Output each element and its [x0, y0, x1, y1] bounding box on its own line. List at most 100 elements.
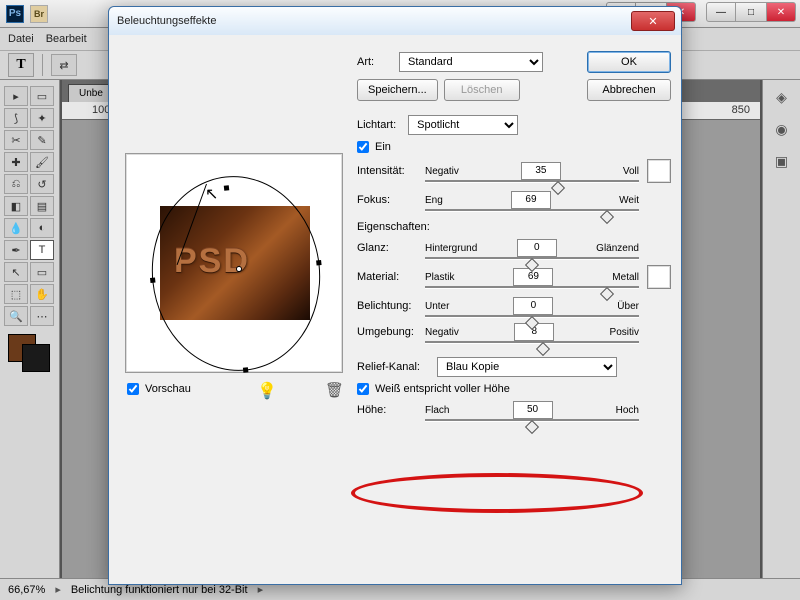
- light-handle[interactable]: [150, 277, 155, 282]
- zoom-level: 66,67%: [8, 584, 45, 596]
- styles-icon[interactable]: ▣: [771, 150, 793, 172]
- history-tool-icon[interactable]: ↺: [30, 174, 54, 194]
- height-value[interactable]: 50: [513, 401, 553, 419]
- preview-label: Vorschau: [145, 383, 191, 395]
- right-panel: ◈ ◉ ▣: [762, 80, 800, 578]
- maximize-button[interactable]: □: [736, 2, 766, 22]
- brush-tool-icon[interactable]: 🖌: [30, 152, 54, 172]
- annotation-highlight: [351, 473, 643, 513]
- delete-button: Löschen: [444, 79, 520, 101]
- lighttype-select[interactable]: Spotlicht: [408, 115, 518, 135]
- white-high-checkbox[interactable]: Weiß entspricht voller Höhe: [357, 383, 671, 395]
- shape-tool-icon[interactable]: ▭: [30, 262, 54, 282]
- on-label: Ein: [375, 141, 391, 153]
- bg-color-swatch[interactable]: [22, 344, 50, 372]
- stamp-tool-icon[interactable]: ⎌: [4, 174, 28, 194]
- close-button[interactable]: ✕: [766, 2, 796, 22]
- lighttype-label: Lichtart:: [357, 119, 396, 131]
- font-toggle[interactable]: ⇄: [51, 54, 77, 76]
- white-high-label: Weiß entspricht voller Höhe: [375, 383, 510, 395]
- sl-left: Plastik: [425, 272, 454, 283]
- exposure-label: Belichtung:: [357, 300, 417, 312]
- intensity-value[interactable]: 35: [521, 162, 561, 180]
- bridge-logo[interactable]: Br: [30, 5, 48, 23]
- path-tool-icon[interactable]: ↖: [4, 262, 28, 282]
- menu-edit[interactable]: Bearbeit: [46, 33, 87, 45]
- light-handle[interactable]: [316, 260, 321, 265]
- heal-tool-icon[interactable]: ✚: [4, 152, 28, 172]
- zoom-tool-icon[interactable]: 🔍: [4, 306, 28, 326]
- ok-button[interactable]: OK: [587, 51, 671, 73]
- sl-left: Negativ: [425, 327, 459, 338]
- ambient-color-swatch[interactable]: [647, 265, 671, 289]
- sl-right: Weit: [619, 195, 639, 206]
- extra-tool-icon[interactable]: ⋯: [30, 306, 54, 326]
- lighting-effects-dialog: Beleuchtungseffekte ✕ PSD ↖ Vorschau 💡 🗑: [108, 6, 682, 585]
- texture-channel-label: Relief-Kanal:: [357, 361, 431, 373]
- photoshop-logo: Ps: [6, 5, 24, 23]
- cursor-icon: ↖: [205, 184, 218, 204]
- tool-preset[interactable]: T: [8, 53, 34, 77]
- sl-right: Hoch: [616, 405, 639, 416]
- dialog-close-button[interactable]: ✕: [631, 11, 675, 31]
- properties-heading: Eigenschaften:: [357, 221, 671, 233]
- light-color-swatch[interactable]: [647, 159, 671, 183]
- style-select[interactable]: Standard: [399, 52, 543, 72]
- preview-box[interactable]: PSD ↖: [125, 153, 343, 373]
- trash-icon[interactable]: 🗑: [325, 381, 344, 399]
- window-buttons: — □ ✕: [706, 2, 796, 22]
- gloss-value[interactable]: 0: [517, 239, 557, 257]
- preview-checkbox-input[interactable]: [127, 383, 139, 395]
- toolbox: ▸▭ ⟆✦ ✂✎ ✚🖌 ⎌↺ ◧▤ 💧◐ ✒T ↖▭ ⬚✋ 🔍⋯: [0, 80, 60, 578]
- move-tool-icon[interactable]: ▸: [4, 86, 28, 106]
- sl-right: Über: [617, 301, 639, 312]
- white-high-checkbox-input[interactable]: [357, 383, 369, 395]
- lasso-tool-icon[interactable]: ⟆: [4, 108, 28, 128]
- lightbulb-icon[interactable]: 💡: [257, 381, 277, 401]
- sl-left: Negativ: [425, 166, 459, 177]
- light-ellipse[interactable]: [142, 168, 329, 379]
- sl-right: Positiv: [610, 327, 639, 338]
- intensity-label: Intensität:: [357, 165, 417, 177]
- on-checkbox[interactable]: Ein: [357, 141, 671, 153]
- eraser-tool-icon[interactable]: ◧: [4, 196, 28, 216]
- crop-tool-icon[interactable]: ✂: [4, 130, 28, 150]
- light-center[interactable]: [236, 266, 242, 272]
- height-label: Höhe:: [357, 404, 417, 416]
- sl-left: Eng: [425, 195, 443, 206]
- style-label: Art:: [357, 56, 393, 68]
- sl-right: Glänzend: [596, 243, 639, 254]
- dodge-tool-icon[interactable]: ◐: [30, 218, 54, 238]
- light-handle[interactable]: [243, 367, 248, 372]
- type-tool-icon[interactable]: T: [30, 240, 54, 260]
- status-message: Belichtung funktioniert nur bei 32-Bit: [71, 584, 248, 596]
- gloss-label: Glanz:: [357, 242, 417, 254]
- sl-left: Unter: [425, 301, 449, 312]
- material-label: Material:: [357, 271, 417, 283]
- dialog-title[interactable]: Beleuchtungseffekte: [109, 7, 681, 35]
- eyedrop-tool-icon[interactable]: ✎: [30, 130, 54, 150]
- sl-left: Flach: [425, 405, 449, 416]
- focus-value[interactable]: 69: [511, 191, 551, 209]
- blur-tool-icon[interactable]: 💧: [4, 218, 28, 238]
- adjustments-icon[interactable]: ◉: [771, 118, 793, 140]
- texture-channel-select[interactable]: Blau Kopie: [437, 357, 617, 377]
- save-button[interactable]: Speichern...: [357, 79, 438, 101]
- ruler-tick: 850: [732, 104, 750, 116]
- hand-tool-icon[interactable]: ✋: [30, 284, 54, 304]
- marquee-tool-icon[interactable]: ▭: [30, 86, 54, 106]
- gradient-tool-icon[interactable]: ▤: [30, 196, 54, 216]
- focus-label: Fokus:: [357, 194, 417, 206]
- menu-file[interactable]: Datei: [8, 33, 34, 45]
- wand-tool-icon[interactable]: ✦: [30, 108, 54, 128]
- layers-icon[interactable]: ◈: [771, 86, 793, 108]
- light-handle[interactable]: [224, 185, 229, 190]
- on-checkbox-input[interactable]: [357, 141, 369, 153]
- ambience-label: Umgebung:: [357, 326, 417, 338]
- pen-tool-icon[interactable]: ✒: [4, 240, 28, 260]
- cancel-button[interactable]: Abbrechen: [587, 79, 671, 101]
- exposure-value[interactable]: 0: [513, 297, 553, 315]
- preview-checkbox[interactable]: Vorschau: [127, 383, 191, 395]
- minimize-button[interactable]: —: [706, 2, 736, 22]
- 3d-tool-icon[interactable]: ⬚: [4, 284, 28, 304]
